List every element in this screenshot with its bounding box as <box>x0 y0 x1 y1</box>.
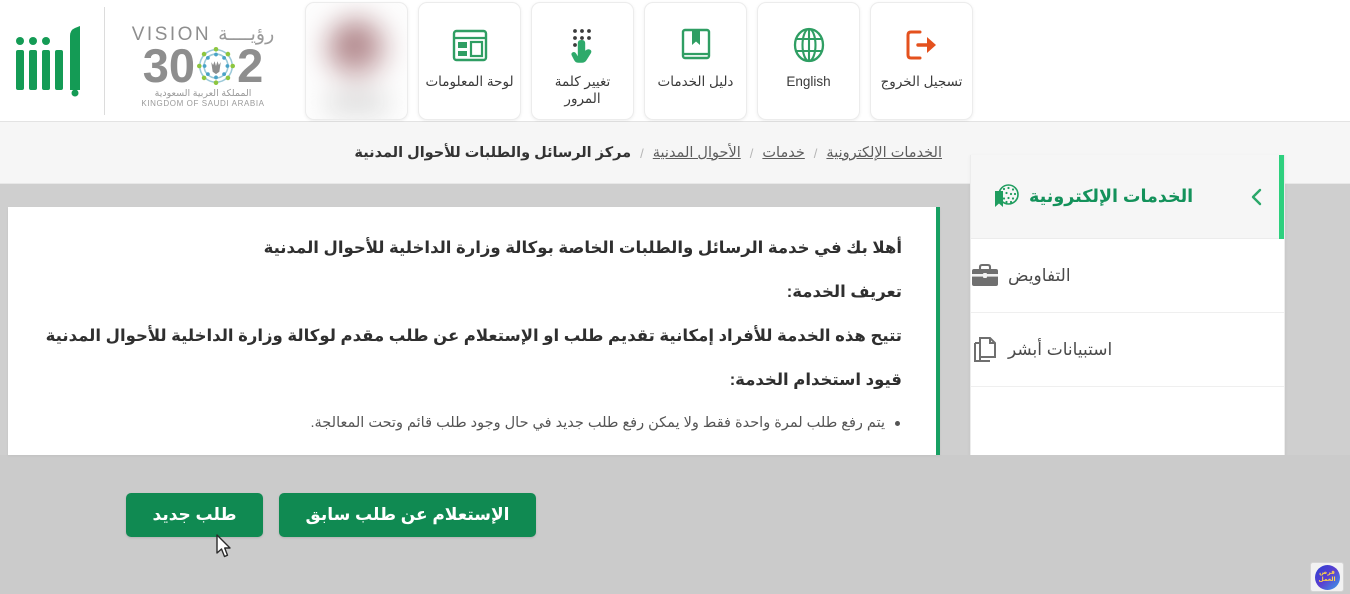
sidebar-item-delegations[interactable]: التفاويض <box>971 239 1284 313</box>
breadcrumb-separator: / <box>640 145 644 161</box>
restrictions-heading: قيود استخدام الخدمة: <box>729 371 902 389</box>
inquire-previous-request-button[interactable]: الإستعلام عن طلب سابق <box>279 493 536 537</box>
sidebar-item-absher-surveys-label: استبيانات أبشر <box>1008 339 1113 359</box>
restrictions-list: يتم رفع طلب لمرة واحدة فقط ولا يمكن رفع … <box>36 413 902 433</box>
vision-subtitle-english: KINGDOM OF SAUDI ARABIA <box>141 98 265 108</box>
user-avatar-card[interactable] <box>305 2 408 120</box>
vision-subtitle-arabic: المملكة العربية السعودية <box>154 87 252 99</box>
dashboard-icon <box>452 19 488 71</box>
definition-heading: تعريف الخدمة: <box>786 283 902 301</box>
sidebar-header-content: الخدمات الإلكترونية <box>993 183 1193 210</box>
breadcrumb: الخدمات الإلكترونية / خدمات / الأحوال ال… <box>354 122 942 184</box>
book-icon <box>680 19 712 71</box>
globe-icon <box>792 19 826 71</box>
breadcrumb-separator: / <box>749 145 754 161</box>
header-tools: لوحة المعلومات تغيير كلمة المرور دليل ال… <box>305 0 973 122</box>
list-item: يتم رفع طلب لمرة واحدة فقط ولا يمكن رفع … <box>36 413 902 433</box>
action-button-row: الإستعلام عن طلب سابق طلب جديد <box>126 493 536 537</box>
definition-text: تتيح هذه الخدمة للأفراد إمكانية تقديم طل… <box>45 327 902 345</box>
tool-card-services-guide[interactable]: دليل الخدمات <box>644 2 747 120</box>
sidebar-item-absher-surveys[interactable]: استبيانات أبشر <box>971 313 1284 387</box>
breadcrumb-item-services[interactable]: خدمات <box>762 145 804 161</box>
breadcrumb-item-civil-affairs[interactable]: الأحوال المدنية <box>653 145 741 161</box>
absher-logo[interactable] <box>12 24 90 98</box>
keypad-hand-icon <box>566 19 600 71</box>
avatar-image <box>324 17 389 81</box>
tool-card-logout[interactable]: تسجيل الخروج <box>870 2 973 120</box>
job-opportunities-badge-circle: فرص العمل <box>1314 564 1340 590</box>
chevron-left-icon[interactable] <box>1246 186 1268 208</box>
briefcase-icon <box>971 262 999 290</box>
breadcrumb-item-electronic-services[interactable]: الخدمات الإلكترونية <box>826 145 942 161</box>
avatar-blurred-content <box>306 3 407 119</box>
logout-icon <box>905 19 939 71</box>
vision-year-row: 2 30 <box>142 38 264 92</box>
globe-bookmark-icon <box>995 184 1019 207</box>
tool-card-change-password[interactable]: تغيير كلمة المرور <box>531 2 634 120</box>
vision-year-digit-2: 2 <box>237 38 264 92</box>
page-lower-area-right <box>960 455 1350 594</box>
badge-line-1: فرص <box>1319 570 1335 576</box>
welcome-message: أهلا بك في خدمة الرسائل والطلبات الخاصة … <box>263 239 902 257</box>
tool-card-change-password-label: تغيير كلمة المرور <box>554 74 611 106</box>
absher-logo-icon <box>16 26 80 97</box>
job-opportunities-badge[interactable]: فرص العمل <box>1310 562 1344 592</box>
sidebar-item-delegations-label: التفاويض <box>1008 265 1071 285</box>
tool-card-language-label: English <box>786 74 831 89</box>
vision-2030-logo: رؤيــــة VISION 2 30 المملكة العربية الس… <box>119 15 287 108</box>
logo-cluster: رؤيــــة VISION 2 30 المملكة العربية الس… <box>0 0 305 122</box>
tool-card-language[interactable]: English <box>757 2 860 120</box>
avatar-name-placeholder <box>327 93 386 113</box>
breadcrumb-separator: / <box>813 145 818 161</box>
sidebar-item-electronic-services[interactable]: الخدمات الإلكترونية <box>971 155 1284 239</box>
vision-year-digit-30: 30 <box>142 38 196 92</box>
badge-line-2: العمل <box>1318 577 1336 583</box>
tool-card-services-guide-label: دليل الخدمات <box>657 74 734 89</box>
breadcrumb-item-current: مركز الرسائل والطلبات للأحوال المدنية <box>354 145 632 161</box>
top-header: رؤيــــة VISION 2 30 المملكة العربية الس… <box>0 0 1350 122</box>
sidebar-header-title: الخدمات الإلكترونية <box>1029 186 1194 206</box>
tool-card-logout-label: تسجيل الخروج <box>880 74 963 89</box>
tool-card-dashboard-label: لوحة المعلومات <box>425 74 514 89</box>
vision-emblem-icon <box>197 46 236 85</box>
service-description-card: أهلا بك في خدمة الرسائل والطلبات الخاصة … <box>8 207 940 455</box>
logo-divider <box>104 7 105 115</box>
tool-card-dashboard[interactable]: لوحة المعلومات <box>418 2 521 120</box>
new-request-button[interactable]: طلب جديد <box>126 493 263 537</box>
documents-icon <box>971 336 999 364</box>
